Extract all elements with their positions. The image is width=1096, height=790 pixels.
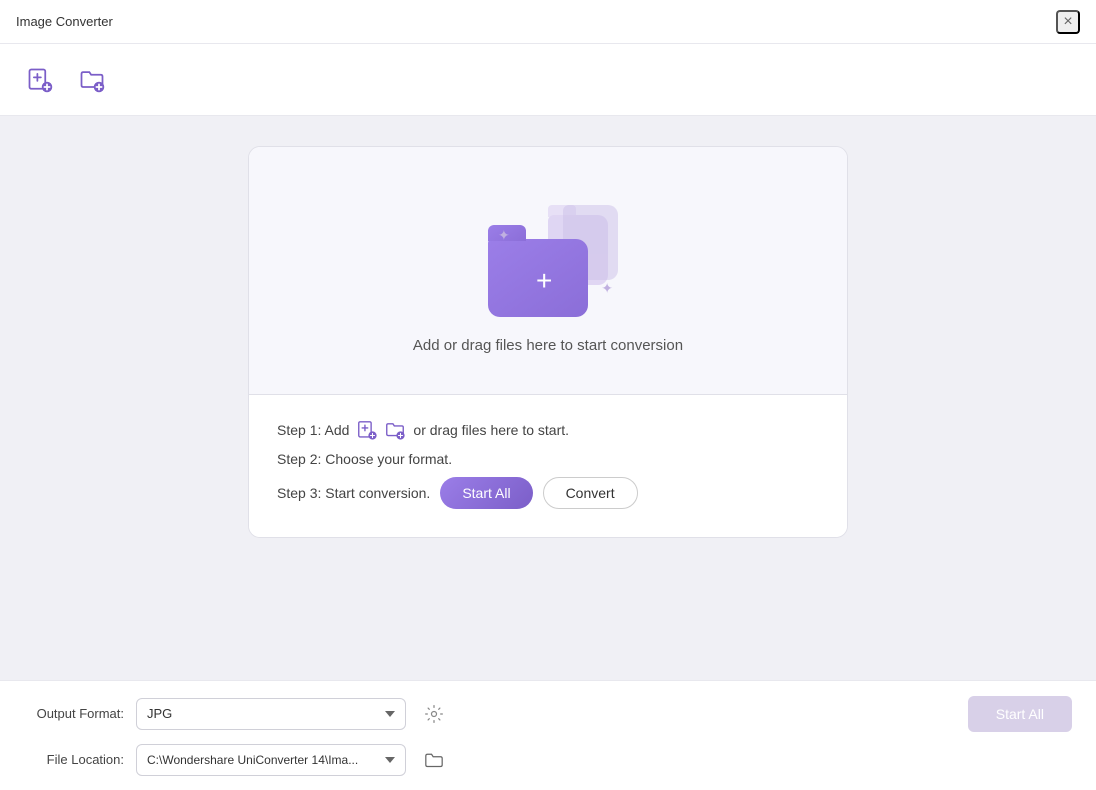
drop-zone-text: Add or drag files here to start conversi…: [413, 337, 683, 354]
start-all-button[interactable]: Start All: [440, 477, 532, 509]
bottom-bar: Output Format: JPG PNG BMP TIFF GIF WEBP…: [0, 680, 1096, 790]
add-file-toolbar-button[interactable]: [20, 60, 60, 100]
output-format-row: Output Format: JPG PNG BMP TIFF GIF WEBP…: [24, 696, 1072, 732]
step-1-icons: [355, 419, 407, 441]
drop-zone-upper[interactable]: + ✦ ✦ Add or drag files here to start co…: [249, 147, 847, 395]
sparkle-decoration-2: ✦: [601, 280, 613, 297]
step-3-row: Step 3: Start conversion. Start All Conv…: [277, 477, 819, 509]
main-content: + ✦ ✦ Add or drag files here to start co…: [0, 116, 1096, 680]
folder-main: +: [488, 239, 588, 317]
step-2-text: Step 2: Choose your format.: [277, 451, 452, 467]
close-button[interactable]: ×: [1056, 10, 1080, 34]
step1-add-file-icon: [355, 419, 379, 441]
file-location-select[interactable]: C:\Wondershare UniConverter 14\Ima...: [136, 744, 406, 776]
format-settings-button[interactable]: [418, 698, 450, 730]
bottom-right-area: Start All: [968, 696, 1072, 732]
step1-add-folder-icon: [383, 419, 407, 441]
file-location-label: File Location:: [24, 752, 124, 767]
drop-zone-card[interactable]: + ✦ ✦ Add or drag files here to start co…: [248, 146, 848, 538]
browse-folder-icon: [424, 751, 444, 769]
output-format-label: Output Format:: [24, 706, 124, 721]
step-1-row: Step 1: Add: [277, 419, 819, 441]
add-folder-toolbar-button[interactable]: [72, 60, 112, 100]
add-folder-icon: [78, 66, 106, 94]
folder-plus-sign: +: [536, 267, 552, 295]
step-2-row: Step 2: Choose your format.: [277, 451, 819, 467]
step-1-suffix: or drag files here to start.: [413, 422, 569, 438]
file-location-row: File Location: C:\Wondershare UniConvert…: [24, 744, 1072, 776]
browse-folder-button[interactable]: [418, 744, 450, 776]
steps-section: Step 1: Add: [249, 395, 847, 537]
folder-illustration: + ✦ ✦: [478, 197, 618, 317]
toolbar: [0, 44, 1096, 116]
add-file-icon: [26, 66, 54, 94]
settings-gear-icon: [424, 704, 444, 724]
title-bar: Image Converter ×: [0, 0, 1096, 44]
app-title: Image Converter: [16, 14, 113, 29]
output-format-select[interactable]: JPG PNG BMP TIFF GIF WEBP: [136, 698, 406, 730]
title-bar-left: Image Converter: [16, 14, 113, 29]
step-1-text: Step 1: Add: [277, 422, 349, 438]
step-3-text: Step 3: Start conversion.: [277, 485, 430, 501]
convert-button[interactable]: Convert: [543, 477, 638, 509]
start-all-bottom-button[interactable]: Start All: [968, 696, 1072, 732]
sparkle-decoration-1: ✦: [498, 227, 510, 244]
